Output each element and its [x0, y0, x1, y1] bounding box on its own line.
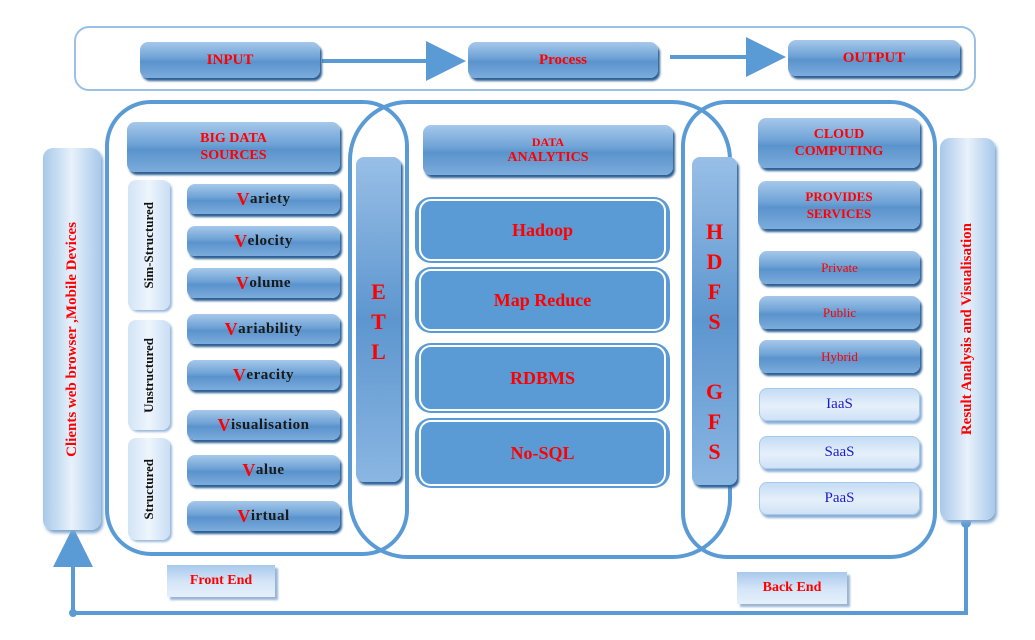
deployment-hybrid[interactable]: Hybrid: [759, 340, 920, 373]
cloud-computing-line1: CLOUD: [813, 127, 865, 142]
etl-bar[interactable]: E T L: [356, 157, 401, 482]
cloud-computing-line2: COMPUTING: [794, 144, 884, 159]
tech-rdbms-inner: RDBMS: [419, 345, 666, 411]
etl-letter: L: [371, 339, 386, 364]
deployment-hybrid-label: Hybrid: [821, 348, 858, 364]
v-rest: ariability: [238, 320, 303, 337]
v-rest: elocity: [247, 232, 293, 249]
service-paas-label: PaaS: [824, 490, 855, 506]
big-data-sources-line1: BIG DATA: [200, 131, 267, 146]
v-initial: V: [224, 318, 239, 339]
v-item-virtual[interactable]: Virtual: [187, 501, 340, 531]
v-item-value[interactable]: Value: [187, 455, 340, 485]
v-item-velocity[interactable]: Velocity: [187, 226, 340, 256]
v-initial: V: [234, 230, 248, 251]
v-rest: ariety: [250, 190, 291, 207]
process-label: Process: [538, 51, 588, 68]
v-rest: isualisation: [230, 416, 310, 433]
deployment-public-label: Public: [822, 304, 857, 320]
service-paas[interactable]: PaaS: [759, 482, 920, 515]
v-item-visualisation[interactable]: Visualisation: [187, 410, 340, 440]
tech-rdbms[interactable]: RDBMS: [415, 343, 670, 413]
output-button[interactable]: OUTPUT: [788, 40, 960, 76]
hdfs-letter: S: [708, 309, 721, 334]
v-rest: irtual: [250, 507, 290, 524]
deployment-private[interactable]: Private: [759, 251, 920, 284]
big-data-sources-line2: SOURCES: [200, 148, 267, 163]
feedback-loop-corner-dot: [69, 609, 77, 617]
v-item-volume[interactable]: Volume: [187, 268, 340, 298]
v-initial: V: [237, 505, 251, 526]
gfs-letter: S: [708, 439, 721, 464]
hdfs-letter: H: [705, 219, 724, 244]
hdfs-letter: D: [706, 249, 723, 274]
process-button[interactable]: Process: [468, 42, 658, 78]
data-analytics-header[interactable]: DATA ANALYTICS: [423, 125, 673, 175]
results-panel[interactable]: Result Analysis and Visualisation: [940, 138, 995, 520]
tech-hadoop[interactable]: Hadoop: [415, 197, 670, 263]
front-end-label: Front End: [189, 573, 253, 588]
tech-hadoop-label: Hadoop: [511, 219, 574, 240]
tech-no-sql-label: No-SQL: [510, 442, 575, 463]
input-button[interactable]: INPUT: [140, 42, 320, 78]
output-label: OUTPUT: [842, 49, 906, 66]
v-rest: alue: [255, 461, 285, 478]
big-data-sources-header[interactable]: BIG DATA SOURCES: [127, 122, 340, 172]
deployment-private-label: Private: [821, 259, 858, 275]
tech-no-sql-inner: No-SQL: [419, 420, 666, 486]
category-sim-structured-label: Sim-Structured: [141, 201, 156, 289]
category-structured-label: Structured: [141, 458, 156, 520]
v-item-veracity[interactable]: Veracity: [187, 360, 340, 390]
v-initial: V: [242, 459, 256, 480]
v-initial: V: [217, 414, 231, 435]
hdfs-letter: F: [707, 279, 722, 304]
tech-map-reduce-label: Map Reduce: [493, 289, 592, 310]
back-end-label: Back End: [762, 580, 822, 595]
tech-no-sql[interactable]: No-SQL: [415, 418, 670, 488]
tech-map-reduce[interactable]: Map Reduce: [415, 267, 670, 333]
service-iaas[interactable]: IaaS: [759, 388, 920, 421]
cloud-computing-header[interactable]: CLOUD COMPUTING: [758, 118, 920, 168]
service-saas-label: SaaS: [824, 444, 855, 460]
v-rest: olume: [249, 274, 292, 291]
results-label: Result Analysis and Visualisation: [959, 222, 975, 436]
v-item-variability[interactable]: Variability: [187, 314, 340, 344]
hdfs-gfs-bar[interactable]: H D F S G F S: [692, 157, 737, 485]
clients-label: Clients web browser ,Mobile Devices: [63, 221, 80, 457]
v-initial: V: [236, 188, 250, 209]
v-item-variety[interactable]: Variety: [187, 184, 340, 214]
tech-map-reduce-inner: Map Reduce: [419, 269, 666, 331]
etl-letter: T: [371, 309, 386, 334]
provides-services-line1: PROVIDES: [805, 189, 873, 204]
category-unstructured-label: Unstructured: [141, 337, 156, 413]
data-analytics-line2: ANALYTICS: [507, 150, 589, 165]
category-unstructured: Unstructured: [128, 320, 170, 430]
gfs-letter: G: [705, 379, 724, 404]
back-end-label-box[interactable]: Back End: [737, 572, 847, 604]
tech-rdbms-label: RDBMS: [509, 367, 575, 388]
category-sim-structured: Sim-Structured: [128, 180, 170, 310]
front-end-label-box[interactable]: Front End: [167, 565, 275, 597]
data-analytics-line1: DATA: [531, 135, 565, 149]
v-initial: V: [235, 272, 250, 293]
v-rest: eracity: [246, 366, 295, 383]
gfs-letter: F: [707, 409, 722, 434]
category-structured: Structured: [128, 438, 170, 540]
clients-panel[interactable]: Clients web browser ,Mobile Devices: [43, 148, 101, 530]
provides-services-line2: SERVICES: [806, 206, 872, 221]
service-saas[interactable]: SaaS: [759, 436, 920, 469]
deployment-public[interactable]: Public: [759, 296, 920, 329]
etl-letter: E: [371, 279, 386, 304]
provides-services-header[interactable]: PROVIDES SERVICES: [758, 181, 920, 229]
tech-hadoop-inner: Hadoop: [419, 199, 666, 261]
service-iaas-label: IaaS: [826, 396, 853, 412]
v-initial: V: [232, 364, 247, 385]
input-label: INPUT: [206, 51, 254, 68]
